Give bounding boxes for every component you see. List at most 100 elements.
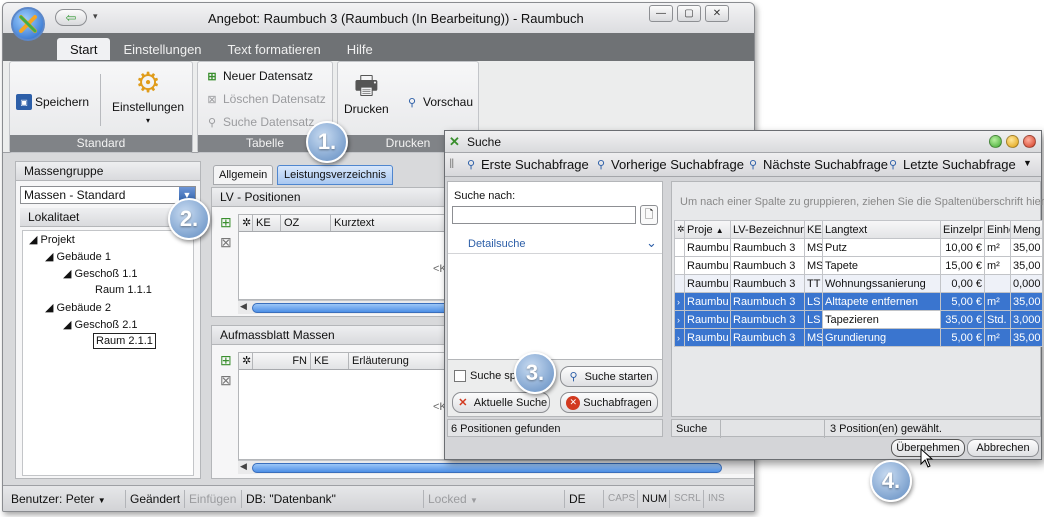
- tab-hilfe[interactable]: Hilfe: [334, 38, 386, 60]
- cancel-button[interactable]: Abbrechen: [967, 439, 1039, 457]
- scroll-left-icon[interactable]: ◀: [240, 301, 247, 312]
- add-row-icon[interactable]: ⊞: [220, 214, 232, 231]
- col-lv-bezeichnung[interactable]: LV-Bezeichnun: [730, 220, 805, 239]
- scroll-left-icon[interactable]: ◀: [240, 461, 247, 472]
- table-cell: m²: [984, 238, 1011, 257]
- table-cell: LS: [804, 310, 823, 329]
- save-search-checkbox[interactable]: Suche spe: [454, 370, 522, 382]
- tab-allgemein[interactable]: Allgemein: [213, 165, 274, 185]
- table-cell: 0,00 €: [940, 274, 985, 293]
- minimize-icon[interactable]: —: [649, 5, 673, 22]
- row-indicator[interactable]: ›: [674, 310, 685, 329]
- tab-text-formatieren[interactable]: Text formatieren: [215, 38, 334, 60]
- row-indicator[interactable]: [674, 256, 685, 275]
- table-cell: 35,00: [1010, 256, 1043, 275]
- chevron-down-icon: ▼: [97, 496, 106, 505]
- table-row[interactable]: › Raumbu Raumbuch 3 LS Alttapete entfernen 5,…: [674, 292, 1043, 311]
- table-row[interactable]: › Raumbu Raumbuch 3 MS Grundierung 5,00 € m² 35…: [674, 328, 1043, 347]
- status-locked[interactable]: Locked ▼: [423, 490, 482, 508]
- detail-search-toggle[interactable]: Detailsuche ⌄: [448, 234, 662, 254]
- aufmass-horizontal-scrollbar[interactable]: ◀: [238, 460, 754, 474]
- chevron-down-icon[interactable]: ▼: [1023, 158, 1032, 168]
- next-query-button[interactable]: ⚲ Nächste Suchabfrage: [745, 156, 888, 172]
- table-cell: 10,00 €: [940, 238, 985, 257]
- row-indicator[interactable]: ›: [674, 292, 685, 311]
- col-ke[interactable]: KE: [804, 220, 823, 239]
- search-icon: ⚲: [888, 158, 898, 171]
- col-projekt[interactable]: Proje ▲: [684, 220, 731, 239]
- tab-einstellungen[interactable]: Einstellungen: [110, 38, 214, 60]
- col-menge[interactable]: Meng: [1010, 220, 1043, 239]
- tree-item-gebaeude1[interactable]: ◢ Gebäude 1: [45, 250, 111, 263]
- start-search-button[interactable]: ⚲ Suche starten: [560, 366, 658, 387]
- mac-red-icon[interactable]: [1023, 135, 1036, 148]
- table-cell: Raumbu: [684, 310, 731, 329]
- tree-item-raum211[interactable]: Raum 2.1.1: [93, 333, 156, 349]
- results-status-left: Suche: [676, 423, 708, 435]
- print-button[interactable]: 🖶 Drucken: [344, 70, 389, 116]
- maximize-icon[interactable]: ▢: [677, 5, 701, 22]
- table-row[interactable]: Raumbu Raumbuch 3 TT Wohnungssanierung 0,00 …: [674, 274, 1043, 293]
- preview-button[interactable]: ⚲ Vorschau: [404, 94, 473, 110]
- grid-options-icon[interactable]: ✲: [239, 353, 253, 369]
- search-icon: ⚲: [748, 158, 758, 171]
- tab-leistungsverzeichnis[interactable]: Leistungsverzeichnis: [277, 165, 394, 185]
- checkbox[interactable]: [454, 370, 466, 382]
- row-indicator[interactable]: ›: [674, 328, 685, 347]
- quick-access-dropdown-icon[interactable]: ▾: [93, 11, 98, 22]
- delete-row-icon[interactable]: ⊠: [220, 372, 232, 389]
- tab-start[interactable]: Start: [57, 38, 111, 60]
- current-search-button[interactable]: ✕ Aktuelle Suche: [452, 392, 550, 413]
- app-logo-icon[interactable]: [11, 7, 45, 41]
- col-ke[interactable]: KE: [311, 353, 349, 369]
- col-oz[interactable]: OZ: [281, 215, 331, 231]
- mac-green-icon[interactable]: [989, 135, 1002, 148]
- add-row-icon[interactable]: ⊞: [220, 352, 232, 369]
- table-cell: Tapete: [822, 256, 941, 275]
- first-query-button[interactable]: ⚲ Erste Suchabfrage: [463, 156, 589, 172]
- tree-item-geschoss11[interactable]: ◢ Geschoß 1.1: [63, 267, 138, 280]
- delete-row-icon[interactable]: ⊠: [220, 234, 232, 251]
- col-fn[interactable]: FN: [253, 353, 311, 369]
- new-record-button[interactable]: ⊞ Neuer Datensatz: [204, 68, 313, 84]
- table-cell: 35,00 €: [940, 310, 985, 329]
- table-cell: Alttapete entfernen: [822, 292, 941, 311]
- save-button[interactable]: ▣ Speichern: [16, 94, 89, 110]
- grid-options-icon[interactable]: ✲: [239, 215, 253, 231]
- document-icon[interactable]: 🗋: [640, 205, 658, 225]
- table-row[interactable]: Raumbu Raumbuch 3 MS Putz 10,00 € m² 35,00: [674, 238, 1043, 257]
- queries-button[interactable]: ✕ Suchabfragen: [560, 392, 658, 413]
- status-user[interactable]: Benutzer: Peter ▼: [7, 490, 110, 508]
- settings-button[interactable]: ⚙ Einstellungen ▾: [108, 68, 188, 126]
- delete-record-button[interactable]: ⊠ Löschen Datensatz: [204, 91, 325, 107]
- separator: [100, 74, 101, 126]
- table-cell: m²: [984, 256, 1011, 275]
- callout-1: 1.: [306, 121, 348, 163]
- table-cell: Raumbu: [684, 256, 731, 275]
- mac-yellow-icon[interactable]: [1006, 135, 1019, 148]
- massengruppe-select[interactable]: Massen - Standard ▼: [20, 186, 196, 204]
- tree-item-raum111[interactable]: Raum 1.1.1: [95, 284, 152, 296]
- table-cell: 35,00: [1010, 238, 1043, 257]
- back-arrow-icon[interactable]: ⇦: [55, 9, 87, 26]
- row-indicator[interactable]: [674, 274, 685, 293]
- scroll-thumb[interactable]: [252, 463, 722, 473]
- col-ke[interactable]: KE: [253, 215, 281, 231]
- tree-item-gebaeude2[interactable]: ◢ Gebäude 2: [45, 301, 111, 314]
- tree-item-projekt[interactable]: ◢ Projekt: [29, 233, 75, 246]
- close-icon[interactable]: ✕: [705, 5, 729, 22]
- search-input[interactable]: [452, 206, 636, 224]
- table-row[interactable]: › Raumbu Raumbuch 3 LS Tapezieren 35,00 € Std.…: [674, 310, 1043, 329]
- table-row[interactable]: Raumbu Raumbuch 3 MS Tapete 15,00 € m² 35,00: [674, 256, 1043, 275]
- grid-options-icon[interactable]: ✲: [674, 220, 685, 239]
- search-record-button[interactable]: ⚲ Suche Datensatz: [204, 114, 314, 130]
- red-cancel-icon: ✕: [566, 395, 581, 410]
- tree-item-geschoss21[interactable]: ◢ Geschoß 2.1: [63, 318, 138, 331]
- row-indicator[interactable]: [674, 238, 685, 257]
- col-langtext[interactable]: Langtext: [822, 220, 941, 239]
- col-einheit[interactable]: Einhe: [984, 220, 1011, 239]
- col-einzelpreis[interactable]: Einzelpr: [940, 220, 985, 239]
- table-cell: 5,00 €: [940, 292, 985, 311]
- previous-query-button[interactable]: ⚲ Vorherige Suchabfrage: [593, 156, 744, 172]
- last-query-button[interactable]: ⚲ Letzte Suchabfrage: [885, 156, 1016, 172]
